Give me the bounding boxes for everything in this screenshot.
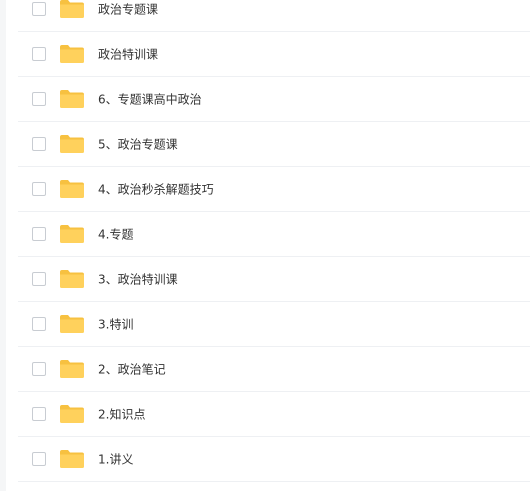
folder-icon (59, 89, 85, 109)
file-row[interactable]: 2.知识点 (18, 392, 530, 437)
row-checkbox[interactable] (32, 317, 46, 331)
row-checkbox[interactable] (32, 2, 46, 16)
file-row[interactable]: 5、政治专题课 (18, 122, 530, 167)
folder-icon (59, 44, 85, 64)
row-checkbox[interactable] (32, 92, 46, 106)
file-row[interactable]: 6、专题课高中政治 (18, 77, 530, 122)
row-checkbox[interactable] (32, 272, 46, 286)
folder-icon (59, 404, 85, 424)
file-name[interactable]: 3.特训 (98, 316, 133, 333)
row-checkbox[interactable] (32, 452, 46, 466)
left-rail (0, 0, 6, 491)
folder-icon (59, 224, 85, 244)
file-row[interactable]: 4.专题 (18, 212, 530, 257)
file-row[interactable]: 1.讲义 (18, 437, 530, 482)
folder-icon (59, 449, 85, 469)
row-checkbox[interactable] (32, 407, 46, 421)
file-row[interactable]: 2、政治笔记 (18, 347, 530, 392)
row-checkbox[interactable] (32, 137, 46, 151)
file-row[interactable]: 4、政治秒杀解题技巧 (18, 167, 530, 212)
row-checkbox[interactable] (32, 227, 46, 241)
folder-icon (59, 134, 85, 154)
file-name[interactable]: 政治专题课 (98, 1, 158, 18)
row-checkbox[interactable] (32, 47, 46, 61)
file-name[interactable]: 4.专题 (98, 226, 133, 243)
file-browser: 政治专题课 政治特训课 6、专题课高中政治 5、政治专题课 4、政治秒杀解题技巧… (0, 0, 530, 491)
folder-icon (59, 0, 85, 19)
file-name[interactable]: 1.讲义 (98, 451, 133, 468)
file-name[interactable]: 政治特训课 (98, 46, 158, 63)
file-name[interactable]: 4、政治秒杀解题技巧 (98, 181, 214, 198)
row-checkbox[interactable] (32, 362, 46, 376)
file-row[interactable]: 政治专题课 (18, 0, 530, 32)
file-row[interactable]: 3、政治特训课 (18, 257, 530, 302)
file-row[interactable]: 3.特训 (18, 302, 530, 347)
row-checkbox[interactable] (32, 182, 46, 196)
file-name[interactable]: 2.知识点 (98, 406, 145, 423)
file-row[interactable]: 政治特训课 (18, 32, 530, 77)
file-name[interactable]: 2、政治笔记 (98, 361, 166, 378)
file-name[interactable]: 5、政治专题课 (98, 136, 178, 153)
folder-icon (59, 359, 85, 379)
file-name[interactable]: 3、政治特训课 (98, 271, 178, 288)
file-list: 政治专题课 政治特训课 6、专题课高中政治 5、政治专题课 4、政治秒杀解题技巧… (18, 0, 530, 482)
folder-icon (59, 179, 85, 199)
folder-icon (59, 269, 85, 289)
folder-icon (59, 314, 85, 334)
file-name[interactable]: 6、专题课高中政治 (98, 91, 202, 108)
